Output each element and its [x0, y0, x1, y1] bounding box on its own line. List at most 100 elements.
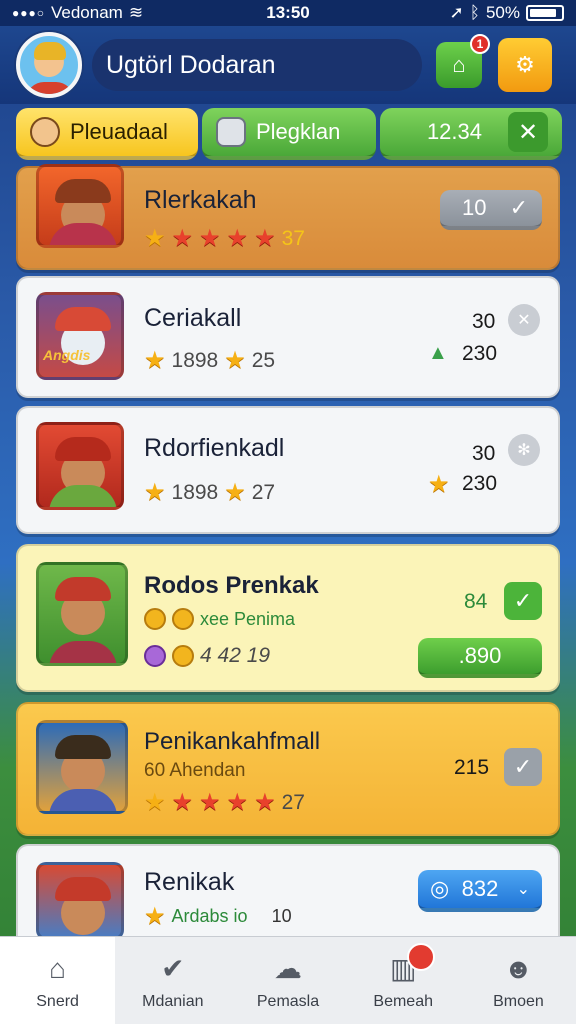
star-icon: ★ [254, 789, 276, 816]
person-icon: ☻ [503, 952, 534, 984]
tab-1[interactable]: Pleuadaal [16, 108, 198, 160]
stat-values: 4 42 19 [200, 644, 271, 667]
star-icon: ★ [144, 479, 166, 506]
player-thumbnail: Angdis [36, 292, 124, 380]
signal-icon: ●●●○ [12, 6, 45, 20]
nav-item-stats[interactable]: ▥ Bemeah [346, 937, 461, 1024]
player-name: Ceriakall [144, 304, 242, 332]
stats-row: ★ 1898 ★ 25 [144, 346, 275, 375]
star-icon: ★ [171, 225, 194, 252]
gear-icon[interactable]: ✻ [508, 434, 540, 466]
nav-label: Mdanian [142, 992, 204, 1010]
close-button[interactable]: ✕ [508, 112, 548, 152]
star-icon: ★ [224, 347, 246, 374]
star-icon: ★ [144, 347, 166, 374]
tab-label: Pleuadaal [70, 119, 168, 144]
bell-icon: ⌂ [452, 52, 466, 77]
player-name: Ugtörl Dodaran [106, 50, 276, 79]
tab-label: 12.34 [426, 119, 482, 144]
avatar[interactable] [16, 32, 82, 98]
nav-label: Bmoen [493, 992, 544, 1010]
nav-label: Snerd [36, 992, 79, 1010]
player-name: Rodos Prenkak [144, 572, 319, 599]
stats-row: ★ 1898 ★ 27 [144, 478, 275, 507]
chat-icon: ☁ [274, 953, 302, 984]
nav-item-shield[interactable]: ✔ Mdanian [115, 937, 230, 1024]
player-name: Penikankahfmall [144, 728, 321, 755]
stat-value: 25 [251, 348, 276, 372]
chevron-down-icon: ⌄ [516, 881, 530, 898]
tab-bar: Pleuadaal Plegklan 12.34 ✕ [16, 108, 562, 164]
score-value: 30 [472, 442, 496, 465]
button-value: .890 [458, 643, 502, 668]
player-thumbnail [36, 862, 124, 940]
tool-icon[interactable]: ✕ [508, 304, 540, 336]
nav-item-profile[interactable]: ☻ Bmoen [461, 937, 576, 1024]
nav-label: Bemeah [373, 992, 433, 1010]
score-value: 84 [464, 590, 488, 613]
value-button[interactable]: 10 ✓ [440, 190, 542, 230]
nav-label: Pemasla [256, 992, 320, 1010]
list-item[interactable]: Renikak ★ Ardabs io 10 ◎ 832 ⌄ [16, 844, 560, 944]
notification-badge: 1 [470, 34, 490, 54]
coin-icon [172, 608, 194, 630]
notifications-button[interactable]: ⌂ 1 [436, 34, 490, 88]
clock: 13:50 [266, 3, 310, 22]
wifi-icon: ≋ [128, 3, 144, 22]
value-button[interactable]: ◎ 832 ⌄ [418, 870, 542, 912]
list-item[interactable]: Angdis Ceriakall ★ 1898 ★ 25 30 ✕ ▲ 230 [16, 276, 560, 398]
app-header: Ugtörl Dodaran ⌂ 1 ⚙ [0, 26, 576, 104]
list-item[interactable]: Rlerkakah ★ ★ ★ ★ ★ 37 10 ✓ [16, 164, 560, 270]
home-icon: ⌂ [49, 952, 67, 984]
medal-icon [144, 645, 166, 667]
list-item[interactable]: Rodos Prenkak xee Penima 4 42 19 84 ✓ .8… [16, 544, 560, 692]
carrier-name: Vedonam [51, 3, 123, 22]
battery-percent: 50% [485, 3, 520, 22]
status-bar: ●●●○ Vedonam ≋ 13:50 ➚ ᛒ 50% [0, 0, 576, 26]
rating-row: ★ ★ ★ ★ ★ 27 [144, 788, 305, 817]
notification-badge [406, 943, 435, 971]
nav-item-home[interactable]: ⌂ Snerd [0, 937, 116, 1024]
coin-icon: ◎ [430, 876, 450, 901]
gear-icon: ⚙ [515, 52, 535, 77]
check-button[interactable]: ✓ [504, 748, 542, 786]
rating-value: 37 [281, 226, 305, 250]
check-button[interactable]: ✓ [504, 582, 542, 620]
rating-row: ★ ★ ★ ★ ★ 37 [144, 224, 305, 253]
tab-2[interactable]: Plegklan [202, 108, 376, 160]
tab-label: Plegklan [256, 119, 341, 144]
player-thumbnail [36, 720, 128, 814]
settings-button[interactable]: ⚙ [498, 38, 552, 92]
gem-icon: ▲ [428, 342, 448, 364]
star-icon: ★ [199, 789, 221, 816]
player-thumbnail [36, 562, 128, 666]
shield-check-icon: ✔ [161, 953, 185, 984]
star-icon: ★ [171, 789, 194, 816]
star-icon: ★ [144, 225, 166, 252]
stat-value: 27 [251, 480, 276, 504]
list-item[interactable]: Penikankahfmall 60 Ahendan ★ ★ ★ ★ ★ 27 … [16, 702, 560, 836]
check-icon: ✓ [509, 195, 528, 220]
player-name-pill[interactable]: Ugtörl Dodaran [92, 39, 422, 91]
star-icon: ★ [224, 479, 246, 506]
stats-row: 4 42 19 [144, 644, 270, 668]
star-icon: ★ [226, 225, 249, 252]
star-icon: ★ [144, 789, 166, 816]
player-thumbnail [36, 422, 124, 510]
sub-text: xee Penima [200, 608, 296, 629]
stat-value: 10 [271, 906, 292, 926]
stat-value: 1898 [171, 348, 219, 372]
star-icon: ★ [144, 903, 166, 930]
value-button[interactable]: .890 [418, 638, 542, 678]
thumbnail-text: Angdis [43, 347, 91, 363]
stat-value: 1898 [171, 480, 219, 504]
star-icon: ★ [226, 789, 249, 816]
sub-text: 60 Ahendan [144, 760, 246, 781]
nav-item-chat[interactable]: ☁ Pemasla [230, 937, 345, 1024]
sub-row: xee Penima [144, 608, 295, 630]
sub-row: ★ Ardabs io 10 [144, 902, 292, 931]
list-item[interactable]: Rdorfienkadl ★ 1898 ★ 27 30 ✻ ★ 230 [16, 406, 560, 534]
button-value: 10 [462, 195, 487, 220]
tab-3[interactable]: 12.34 ✕ [380, 108, 562, 160]
bottom-nav: ⌂ Snerd ✔ Mdanian ☁ Pemasla ▥ Bemeah ☻ B… [0, 936, 576, 1024]
